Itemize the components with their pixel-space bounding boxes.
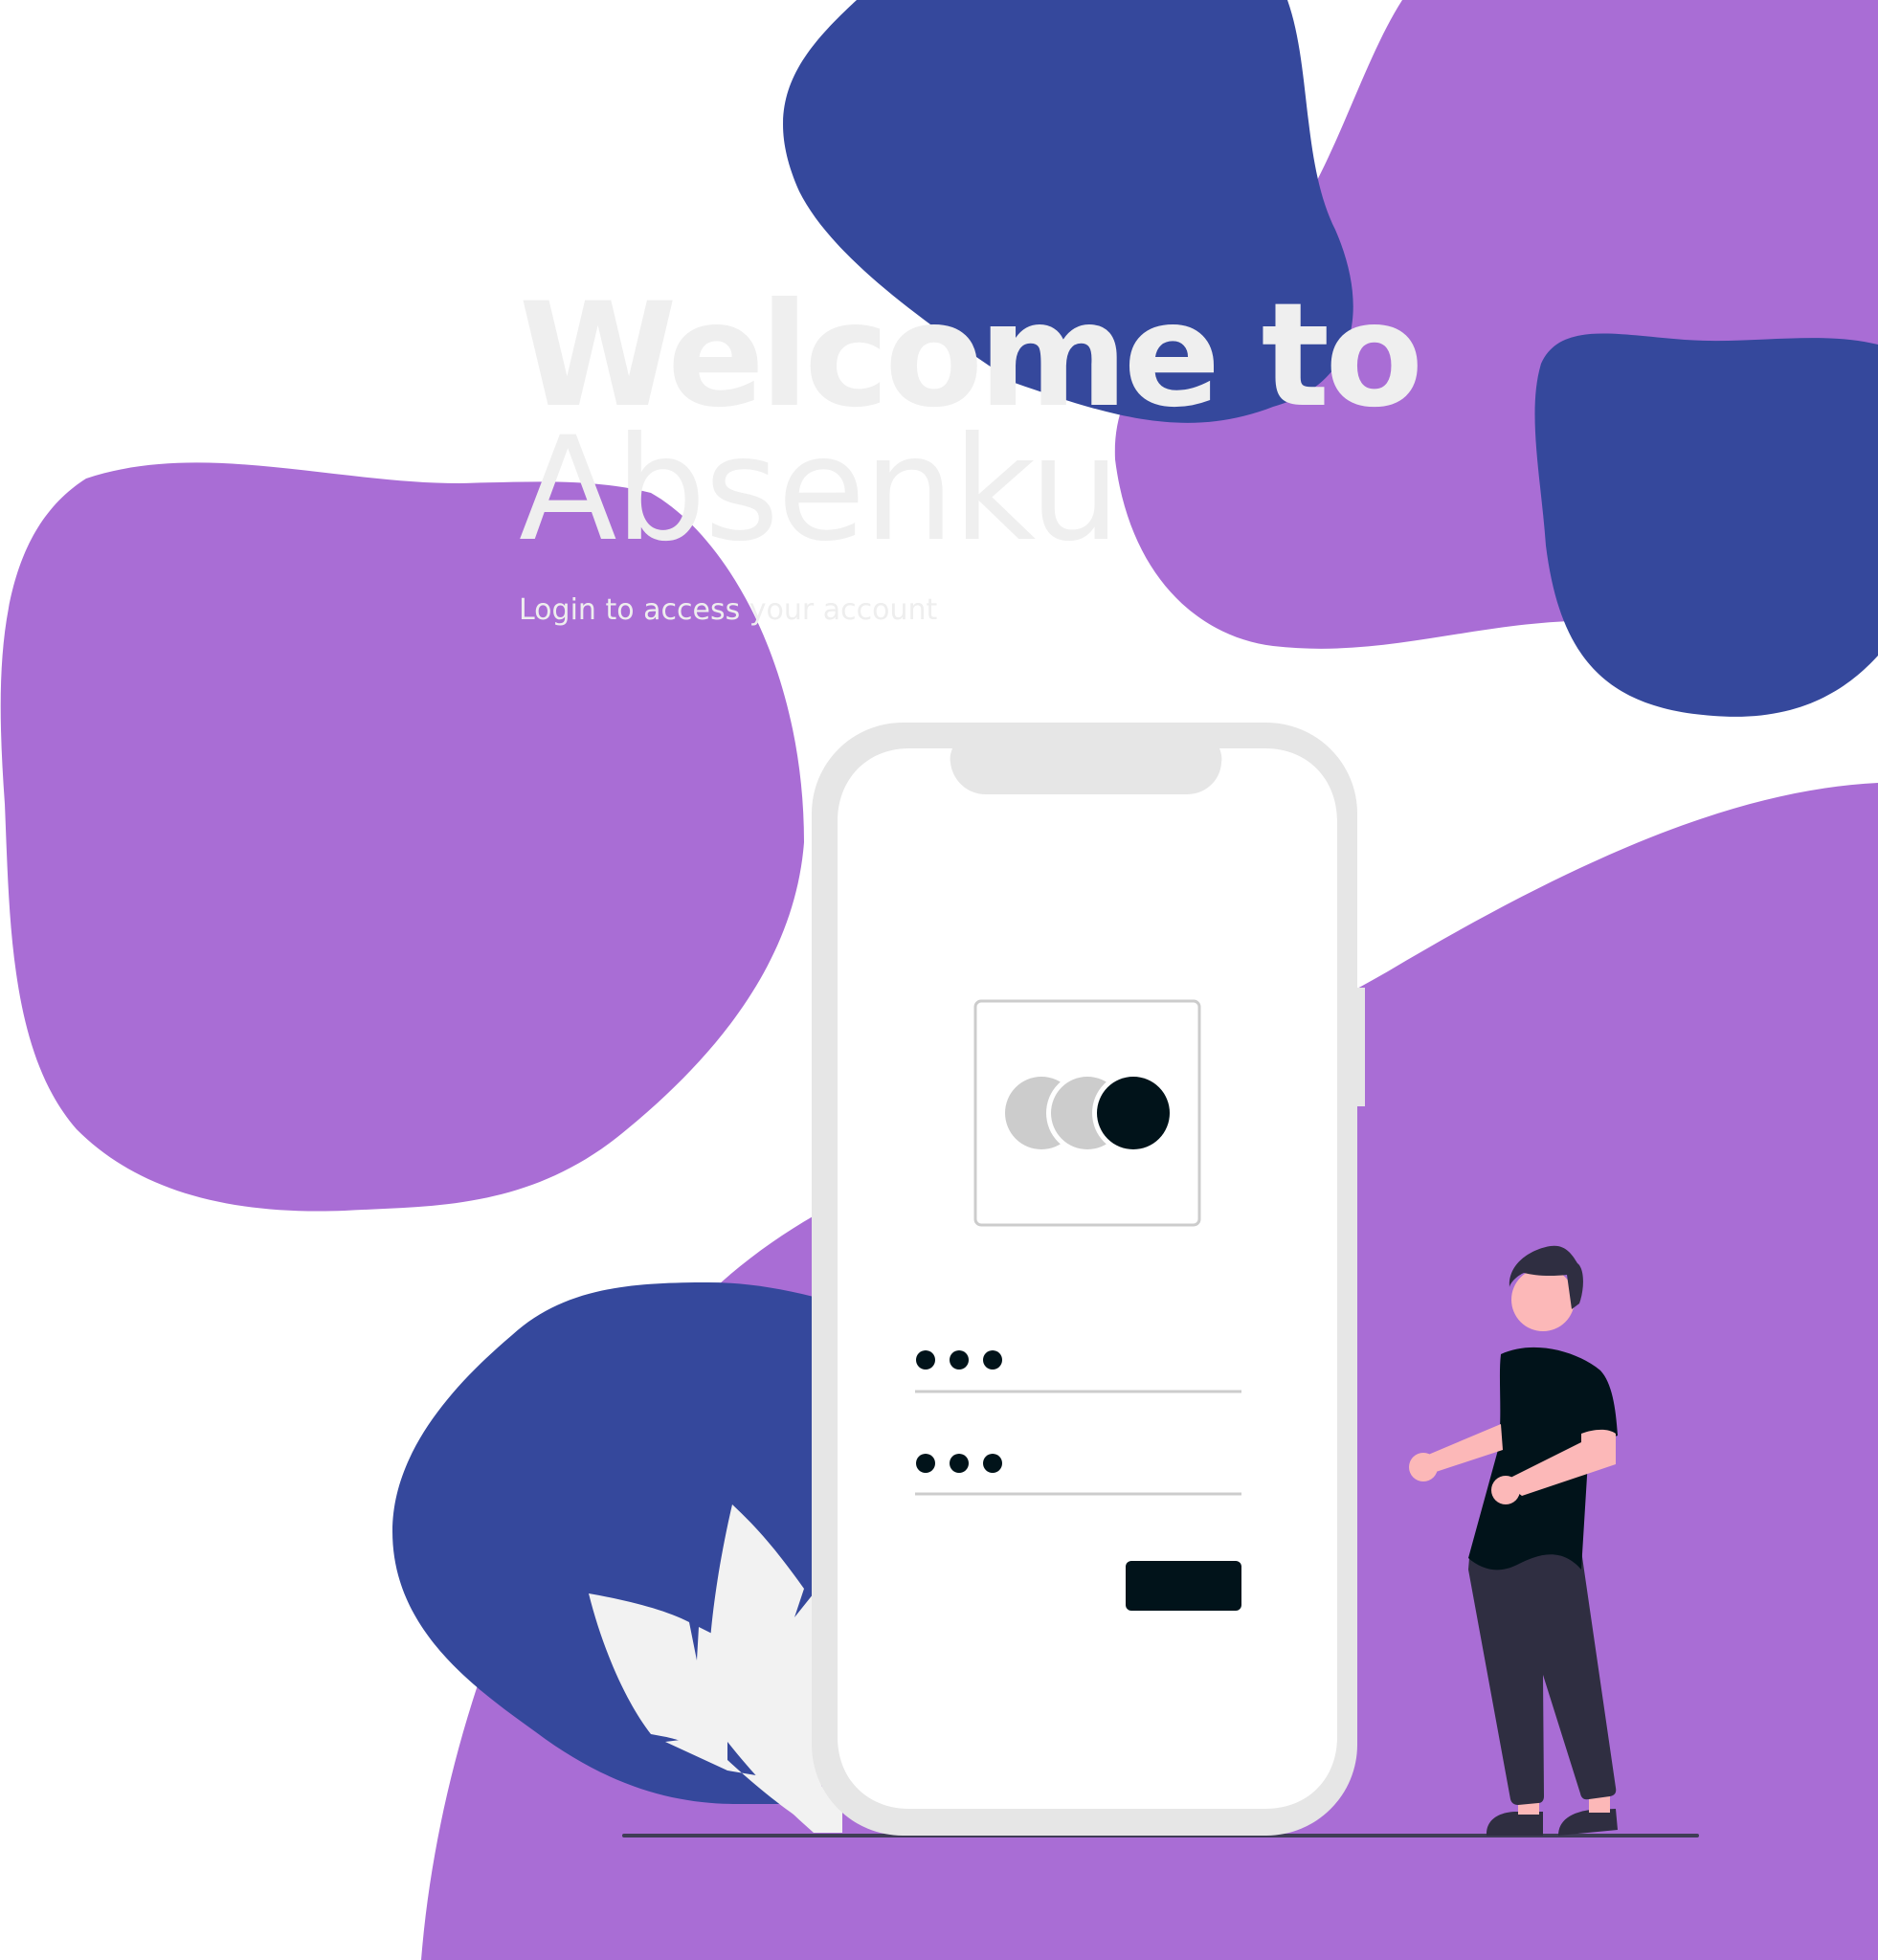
welcome-heading-line1: Welcome to — [519, 273, 1423, 439]
overlapping-circles-logo-icon — [1005, 1072, 1174, 1154]
blob-right-navy — [1534, 333, 1878, 717]
person-head — [1511, 1268, 1575, 1331]
password-dots-icon — [916, 1350, 1002, 1370]
login-subtitle: Login to access your account — [519, 593, 938, 627]
login-button[interactable] — [1126, 1561, 1241, 1611]
welcome-heading: Welcome to Absenku — [519, 273, 1423, 573]
phone-screen — [838, 748, 1337, 1809]
blob-left-purple — [0, 462, 805, 1212]
phone-mockup — [812, 723, 1365, 1836]
app-name: Absenku — [519, 407, 1121, 573]
password-dots-icon — [916, 1454, 1002, 1473]
